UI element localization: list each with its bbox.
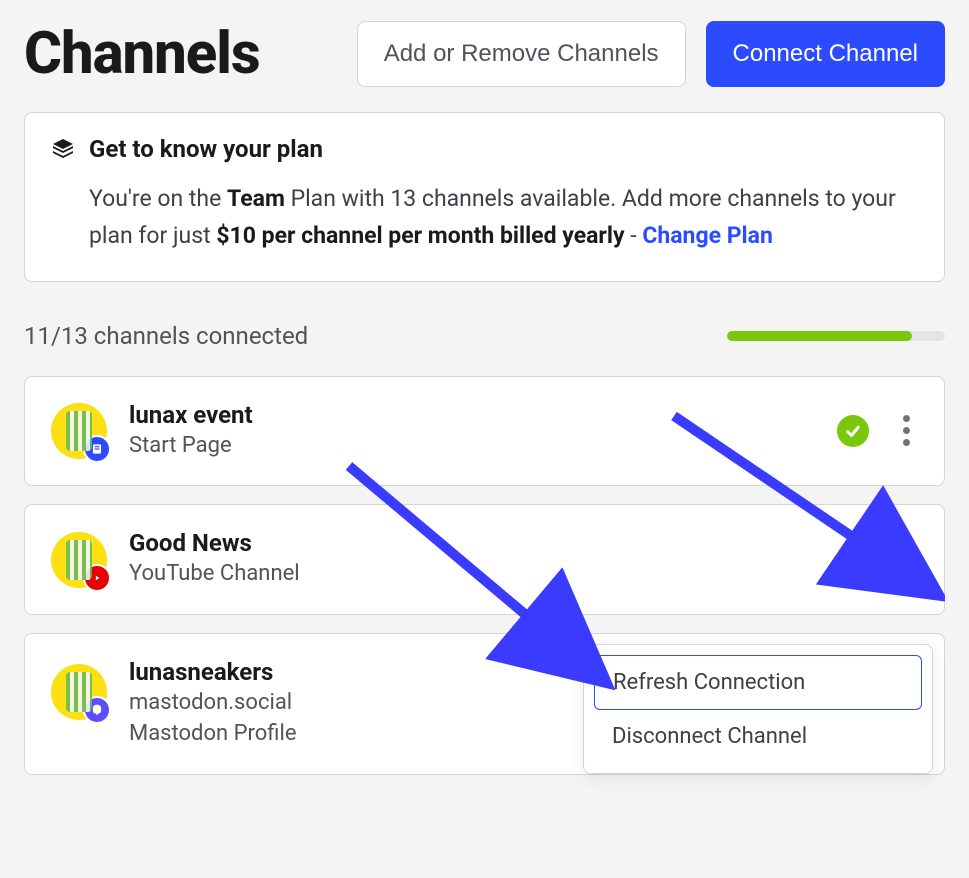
- add-remove-channels-button[interactable]: Add or Remove Channels: [357, 21, 686, 87]
- channel-subtitle: Start Page: [129, 431, 815, 462]
- channel-row[interactable]: lunax event Start Page: [24, 376, 945, 487]
- channel-menu-button[interactable]: [895, 538, 918, 581]
- youtube-icon: [83, 564, 111, 592]
- page-title: Channels: [24, 20, 337, 88]
- channel-subtitle: YouTube Channel: [129, 559, 815, 590]
- plan-price-bold: $10 per channel per month billed yearly: [216, 222, 624, 249]
- page-header: Channels Add or Remove Channels Connect …: [24, 20, 945, 88]
- channel-avatar: [51, 532, 107, 588]
- plan-info-body: You're on the Team Plan with 13 channels…: [89, 181, 918, 255]
- refresh-connection-item[interactable]: Refresh Connection: [594, 655, 922, 710]
- channel-avatar: [51, 403, 107, 459]
- connection-count-text: 11/13 channels connected: [24, 322, 727, 350]
- channel-name: Good News: [129, 529, 815, 557]
- disconnect-channel-item[interactable]: Disconnect Channel: [594, 710, 922, 763]
- start-page-icon: [83, 435, 111, 463]
- channel-name: lunax event: [129, 401, 815, 429]
- channel-info: Good News YouTube Channel: [129, 529, 815, 590]
- connection-status-row: 11/13 channels connected: [24, 322, 945, 350]
- plan-body-pre: You're on the: [89, 185, 227, 212]
- channel-menu-button[interactable]: [895, 409, 918, 452]
- change-plan-link[interactable]: Change Plan: [642, 222, 773, 249]
- channel-actions-dropdown: Refresh Connection Disconnect Channel: [583, 644, 933, 774]
- connection-progress-bar: [727, 331, 945, 341]
- channel-avatar: [51, 664, 107, 720]
- plan-info-card: Get to know your plan You're on the Team…: [24, 112, 945, 282]
- connect-channel-button[interactable]: Connect Channel: [706, 21, 945, 87]
- channel-row[interactable]: Good News YouTube Channel: [24, 504, 945, 615]
- connected-check-icon: [837, 544, 869, 576]
- connection-progress-fill: [727, 331, 912, 341]
- plan-name-bold: Team: [227, 185, 285, 212]
- layers-icon: [51, 137, 75, 161]
- connected-check-icon: [837, 415, 869, 447]
- mastodon-icon: [83, 696, 111, 724]
- plan-body-mid2: -: [625, 222, 643, 249]
- plan-info-title: Get to know your plan: [89, 135, 323, 163]
- channel-list: lunax event Start Page Good News YouTube…: [24, 376, 945, 775]
- channel-info: lunax event Start Page: [129, 401, 815, 462]
